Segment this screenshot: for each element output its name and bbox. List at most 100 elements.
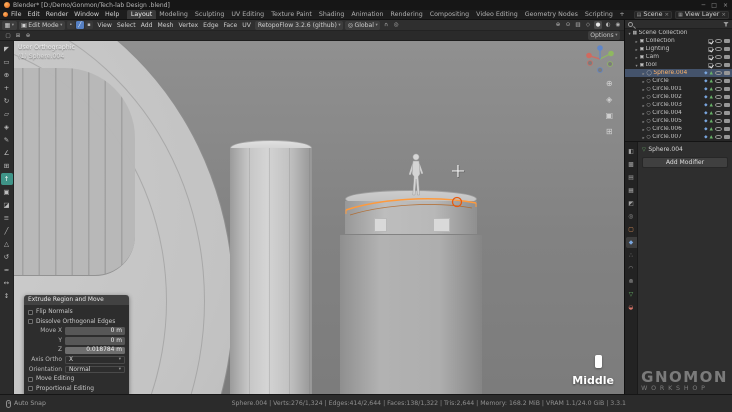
hide-eye-icon[interactable] — [715, 94, 722, 100]
viewport-menu-face[interactable]: Face — [221, 22, 240, 29]
bevel-tool[interactable]: ◪ — [1, 199, 13, 211]
disable-render-icon[interactable] — [724, 47, 730, 51]
expander-icon[interactable]: ▸ — [641, 119, 646, 124]
add-workspace-button[interactable]: + — [616, 11, 627, 18]
dissolve-checkbox[interactable] — [28, 319, 33, 325]
tab-output[interactable]: ▤ — [626, 172, 637, 183]
disable-render-icon[interactable] — [724, 111, 730, 115]
mode-dropdown[interactable]: ▣ Edit Mode ▾ — [18, 20, 65, 30]
expander-icon[interactable]: ▸ — [641, 127, 646, 132]
poly-build-tool[interactable]: △ — [1, 238, 13, 250]
tab-render[interactable]: ▩ — [626, 159, 637, 170]
hide-eye-icon[interactable] — [715, 86, 722, 92]
tab-modifiers[interactable]: ◆ — [625, 237, 637, 248]
overlays-icon[interactable]: ⊙ — [564, 21, 572, 29]
hide-eye-icon[interactable] — [715, 62, 722, 68]
expander-icon[interactable]: ▸ — [641, 111, 646, 116]
expander-icon[interactable]: ▸ — [641, 79, 646, 84]
edge-select-mode[interactable]: ╱ — [75, 21, 84, 29]
expander-icon[interactable]: ▾ — [634, 63, 639, 68]
wireframe-shading-icon[interactable]: ◇ — [584, 21, 592, 29]
spin-tool[interactable]: ↺ — [1, 251, 13, 263]
exclude-checkbox[interactable] — [708, 62, 713, 68]
workspace-tab-texture-paint[interactable]: Texture Paint — [268, 10, 316, 19]
hide-eye-icon[interactable] — [715, 118, 722, 124]
tab-particles[interactable]: ∴ — [626, 250, 637, 261]
hide-eye-icon[interactable] — [715, 70, 722, 76]
move-y-field[interactable]: 0 m — [65, 337, 125, 345]
options-dropdown[interactable]: Options ▾ — [587, 31, 620, 40]
expander-icon[interactable]: ▸ — [641, 87, 646, 92]
workspace-tab-animation[interactable]: Animation — [348, 10, 387, 19]
smooth-tool[interactable]: ≈ — [1, 264, 13, 276]
outliner-row-circle[interactable]: ▸ ○ Circle ◆ ▲ — [625, 77, 732, 85]
expander-icon[interactable]: ▸ — [641, 135, 646, 140]
proportional-editing-checkbox[interactable] — [28, 386, 33, 392]
disable-render-icon[interactable] — [724, 79, 730, 83]
workspace-tab-shading[interactable]: Shading — [315, 10, 348, 19]
menu-file[interactable]: File — [8, 11, 25, 18]
view-layer-selector[interactable]: ▦ View Layer × — [675, 10, 729, 19]
scene-unlink-icon[interactable]: × — [665, 12, 670, 18]
outliner-row-cam[interactable]: ▸ ▣ Cam ◆ ▲ — [625, 53, 732, 61]
workspace-tab-modeling[interactable]: Modeling — [156, 10, 192, 19]
move-x-field[interactable]: 0 m — [65, 327, 125, 335]
hide-eye-icon[interactable] — [715, 126, 722, 132]
viewport-menu-vertex[interactable]: Vertex — [176, 22, 201, 29]
expander-icon[interactable]: ▸ — [634, 39, 639, 44]
disable-render-icon[interactable] — [724, 39, 730, 43]
show-gizmo-icon[interactable]: ⊕ — [554, 21, 562, 29]
axis-ortho-dropdown[interactable]: X ▾ — [65, 356, 125, 364]
3d-viewport[interactable]: User Orthographic (1) Sphere.004 ⊕ ◈ ▣ ⊞… — [14, 41, 624, 394]
disable-render-icon[interactable] — [724, 55, 730, 59]
minimize-button[interactable]: ─ — [702, 2, 706, 9]
tab-physics[interactable]: ◠ — [626, 263, 637, 274]
select-box-tool[interactable]: ▭ — [1, 56, 13, 68]
transform-tool[interactable]: ◈ — [1, 121, 13, 133]
pan-icon[interactable]: ◈ — [606, 95, 612, 104]
search-icon[interactable] — [628, 21, 633, 27]
tab-constraints[interactable]: ⊗ — [626, 276, 637, 287]
camera-view-icon[interactable]: ▣ — [605, 111, 613, 120]
viewport-menu-view[interactable]: View — [95, 22, 114, 29]
workspace-tab-rendering[interactable]: Rendering — [387, 10, 426, 19]
transform-orientation-dropdown[interactable]: ◎ Global ▾ — [345, 20, 381, 30]
outliner-row-circle-002[interactable]: ▸ ○ Circle.002 ◆ ▲ — [625, 93, 732, 101]
tab-object[interactable]: ▢ — [626, 224, 637, 235]
expander-icon[interactable]: ▸ — [641, 71, 646, 76]
shrink-fatten-tool[interactable]: ↕ — [1, 290, 13, 302]
orientation-dropdown[interactable]: Normal ▾ — [65, 365, 125, 374]
workspace-tab-geometry-nodes[interactable]: Geometry Nodes — [521, 10, 581, 19]
pivot-point-icon[interactable]: ⊕ — [24, 32, 32, 40]
loop-cut-tool[interactable]: ≡ — [1, 212, 13, 224]
outliner-row-tool[interactable]: ▾ ▣ tool ◆ ▲ — [625, 61, 732, 69]
move-editing-checkbox[interactable] — [28, 376, 33, 382]
hide-eye-icon[interactable] — [715, 46, 722, 52]
snap-target-icon[interactable]: ⊞ — [14, 32, 22, 40]
outliner-row-sphere-004[interactable]: ▸ ◯ Sphere.004 ◆ ▲ — [625, 69, 732, 77]
tab-material[interactable]: ◒ — [626, 302, 637, 313]
disable-render-icon[interactable] — [724, 71, 730, 75]
hide-eye-icon[interactable] — [715, 78, 722, 84]
exclude-checkbox[interactable] — [708, 38, 713, 44]
hide-eye-icon[interactable] — [715, 102, 722, 108]
viewport-menu-add[interactable]: Add — [138, 22, 155, 29]
workspace-tab-video-editing[interactable]: Video Editing — [473, 10, 522, 19]
workspace-tab-scripting[interactable]: Scripting — [581, 10, 616, 19]
outliner-row-circle-004[interactable]: ▸ ○ Circle.004 ◆ ▲ — [625, 109, 732, 117]
outliner-row-lighting[interactable]: ▸ ▣ Lighting ◆ ▲ — [625, 45, 732, 53]
face-select-mode[interactable]: ▪ — [84, 21, 93, 29]
maximize-button[interactable]: □ — [711, 2, 717, 9]
viewport-menu-select[interactable]: Select — [114, 22, 138, 29]
add-cube-tool[interactable]: ⊞ — [1, 160, 13, 172]
add-modifier-button[interactable]: Add Modifier — [642, 157, 728, 168]
active-tool-icon[interactable]: ▢ — [4, 32, 12, 40]
outliner-row-circle-006[interactable]: ▸ ○ Circle.006 ◆ ▲ — [625, 125, 732, 133]
outliner-row-collection[interactable]: ▸ ▣ Collection ◆ ▲ — [625, 37, 732, 45]
hide-eye-icon[interactable] — [715, 134, 722, 140]
tweak-tool[interactable]: ◤ — [1, 43, 13, 55]
disable-render-icon[interactable] — [724, 119, 730, 123]
xray-toggle-icon[interactable]: ▥ — [574, 21, 582, 29]
extrude-region-tool[interactable]: ↑ — [0, 173, 13, 185]
hide-eye-icon[interactable] — [715, 38, 722, 44]
